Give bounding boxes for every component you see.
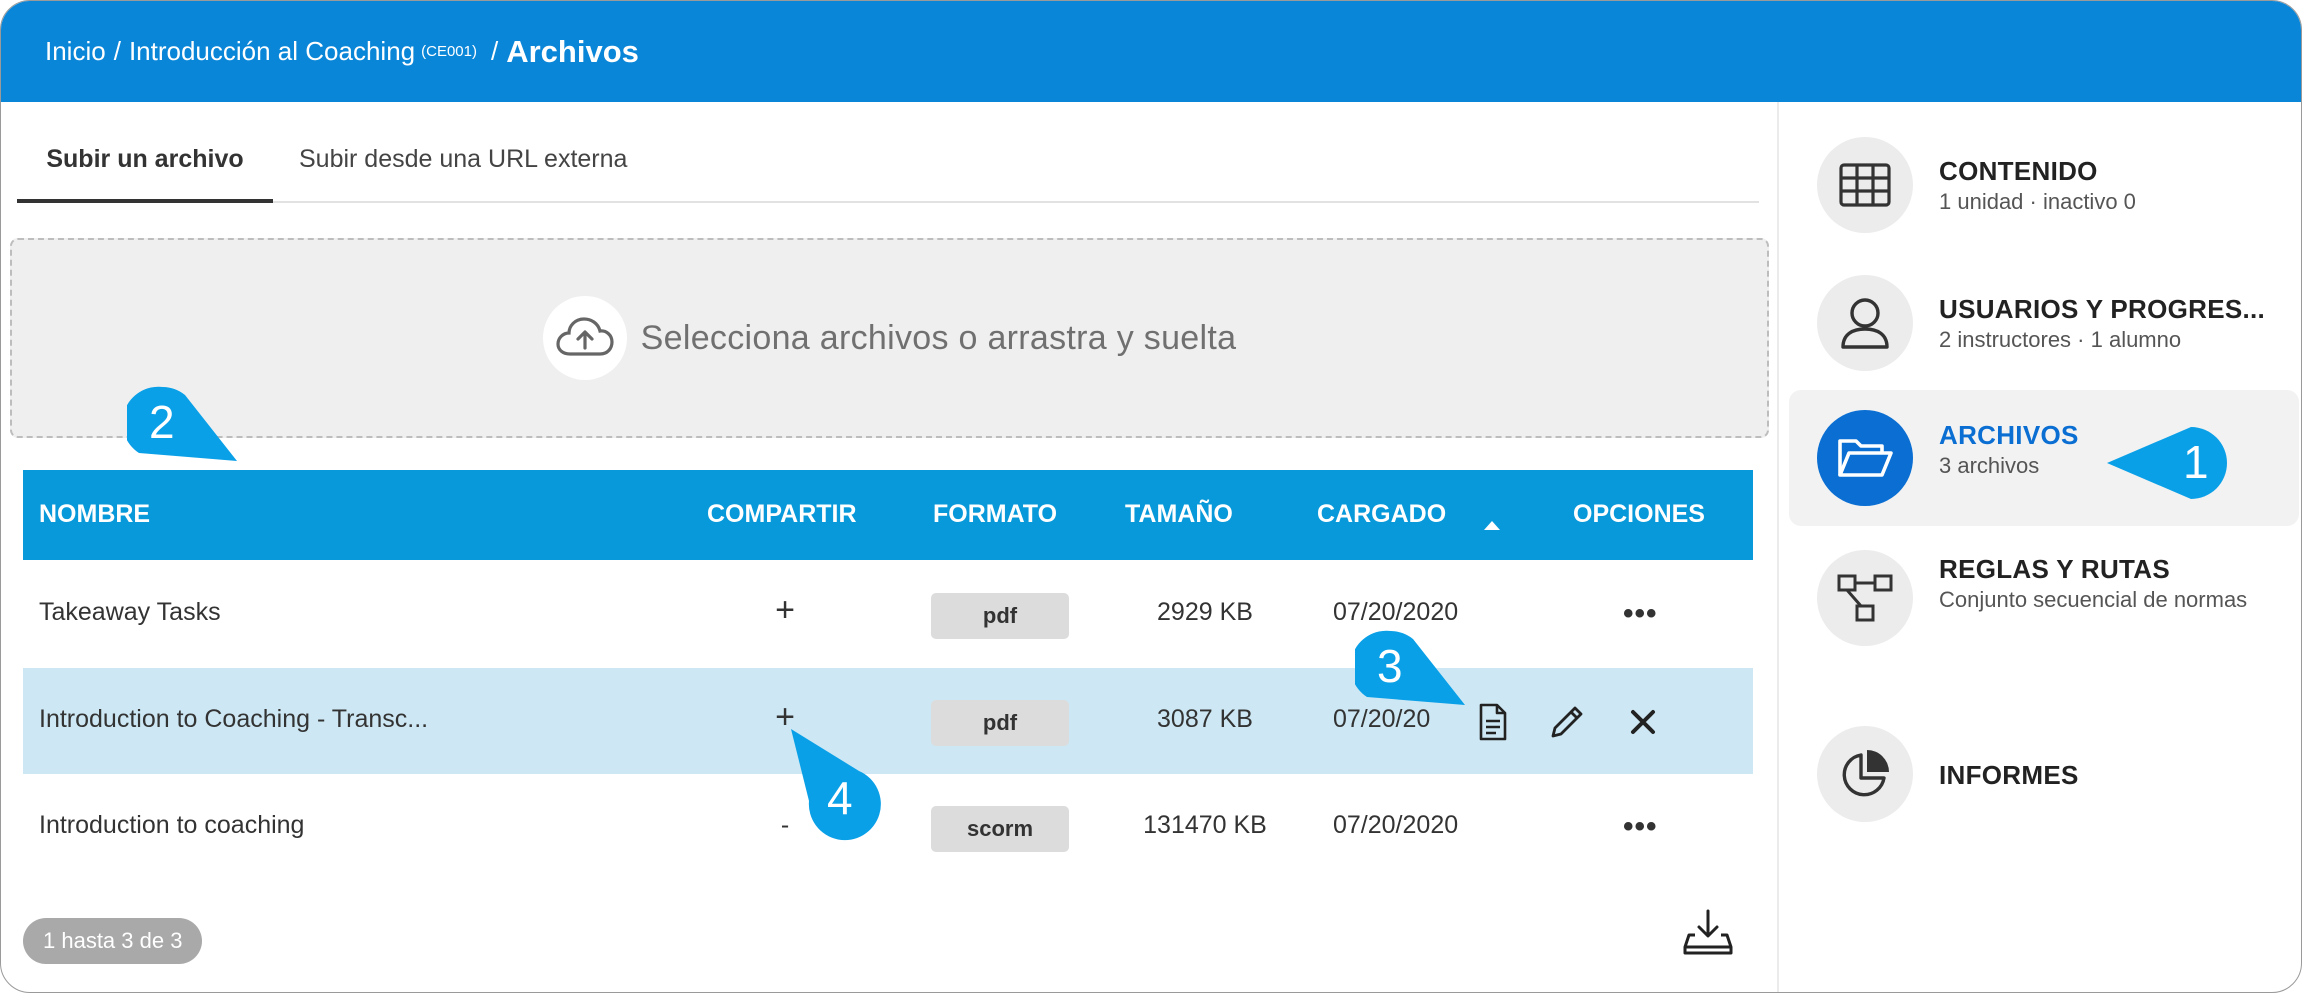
breadcrumb-course-link[interactable]: Introducción al Coaching [129, 36, 415, 67]
format-badge: scorm [931, 806, 1069, 852]
files-table-header: NOMBRE COMPARTIR FORMATO TAMAÑO CARGADO … [23, 470, 1753, 560]
app-window: Inicio / Introducción al Coaching (CE001… [0, 0, 2302, 993]
callout-2: 2 [122, 385, 239, 465]
dropzone-label: Selecciona archivos o arrastra y suelta [640, 318, 1237, 357]
flow-icon [1817, 550, 1913, 646]
callout-number: 3 [1377, 640, 1403, 692]
column-header-options: OPCIONES [1573, 500, 1705, 528]
more-options-button[interactable]: ••• [1623, 810, 1658, 844]
grid-icon [1817, 137, 1913, 233]
column-header-format[interactable]: FORMATO [933, 500, 1057, 529]
column-header-uploaded[interactable]: CARGADO [1317, 500, 1446, 529]
breadcrumb-separator: / [490, 36, 499, 66]
sidebar-item-contenido[interactable]: CONTENIDO 1 unidad · inactivo 0 [1789, 124, 2299, 252]
sidebar-item-subtitle: 1 unidad · inactivo 0 [1939, 189, 2136, 214]
file-size: 131470 KB [1143, 811, 1267, 839]
upload-date: 07/20/20 [1333, 705, 1431, 733]
breadcrumb: Inicio / Introducción al Coaching (CE001… [1, 1, 2301, 102]
callout-4: 4 [789, 727, 883, 845]
sidebar-item-reglas[interactable]: REGLAS Y RUTAS Conjunto secuencial de no… [1789, 540, 2299, 700]
callout-3: 3 [1350, 629, 1467, 709]
user-icon [1817, 275, 1913, 371]
file-name[interactable]: Takeaway Tasks [39, 598, 221, 627]
column-header-name[interactable]: NOMBRE [39, 500, 150, 529]
column-header-size[interactable]: TAMAÑO [1125, 500, 1233, 529]
pagination-info: 1 hasta 3 de 3 [23, 918, 203, 964]
callout-number: 1 [2183, 436, 2209, 488]
format-badge: pdf [931, 700, 1069, 746]
file-size: 3087 KB [1157, 705, 1253, 733]
pie-chart-icon [1817, 726, 1913, 822]
column-header-share[interactable]: COMPARTIR [707, 500, 857, 529]
table-row[interactable]: Introduction to coaching - scorm 131470 … [23, 774, 1753, 880]
callout-number: 4 [827, 772, 853, 824]
sidebar-item-title: INFORMES [1939, 760, 2079, 790]
upload-date: 07/20/2020 [1333, 598, 1459, 626]
breadcrumb-separator: / [113, 36, 121, 66]
close-icon[interactable] [1623, 702, 1663, 742]
pencil-icon[interactable] [1547, 702, 1587, 742]
course-sidebar: CONTENIDO 1 unidad · inactivo 0 USUARIOS… [1777, 102, 2301, 992]
tab-upload-url[interactable]: Subir desde una URL externa [299, 145, 627, 199]
table-row[interactable]: Introduction to Coaching - Transc... + p… [23, 668, 1753, 774]
sidebar-item-subtitle: 2 instructores · 1 alumno [1939, 327, 2182, 352]
format-badge: pdf [931, 593, 1069, 639]
share-button[interactable]: + [771, 591, 799, 630]
upload-date: 07/20/2020 [1333, 811, 1459, 839]
tab-upload-file[interactable]: Subir un archivo [17, 145, 273, 203]
upload-tabs: Subir un archivo Subir desde una URL ext… [17, 131, 1759, 203]
cloud-upload-icon [542, 296, 627, 380]
file-size: 2929 KB [1157, 598, 1253, 626]
sidebar-item-usuarios[interactable]: USUARIOS Y PROGRES... 2 instructores · 1… [1789, 262, 2299, 390]
breadcrumb-home-link[interactable]: Inicio [45, 36, 106, 67]
document-icon[interactable] [1473, 702, 1513, 742]
table-row[interactable]: Takeaway Tasks + pdf 2929 KB 07/20/2020 … [23, 561, 1753, 667]
breadcrumb-course-code: (CE001) [421, 43, 477, 60]
file-name[interactable]: Introduction to coaching [39, 811, 304, 840]
sort-ascending-icon[interactable] [1483, 508, 1501, 537]
download-icon[interactable] [1681, 905, 1735, 959]
breadcrumb-current: Archivos [506, 33, 639, 69]
sidebar-item-subtitle: Conjunto secuencial de normas [1939, 587, 2248, 612]
callout-number: 2 [149, 396, 175, 448]
file-dropzone[interactable]: Selecciona archivos o arrastra y suelta [10, 238, 1769, 438]
more-options-button[interactable]: ••• [1623, 597, 1658, 631]
callout-1: 1 [2107, 425, 2229, 501]
file-name[interactable]: Introduction to Coaching - Transc... [39, 705, 428, 734]
sidebar-item-informes[interactable]: INFORMES [1789, 718, 2299, 838]
folder-open-icon [1817, 410, 1913, 506]
